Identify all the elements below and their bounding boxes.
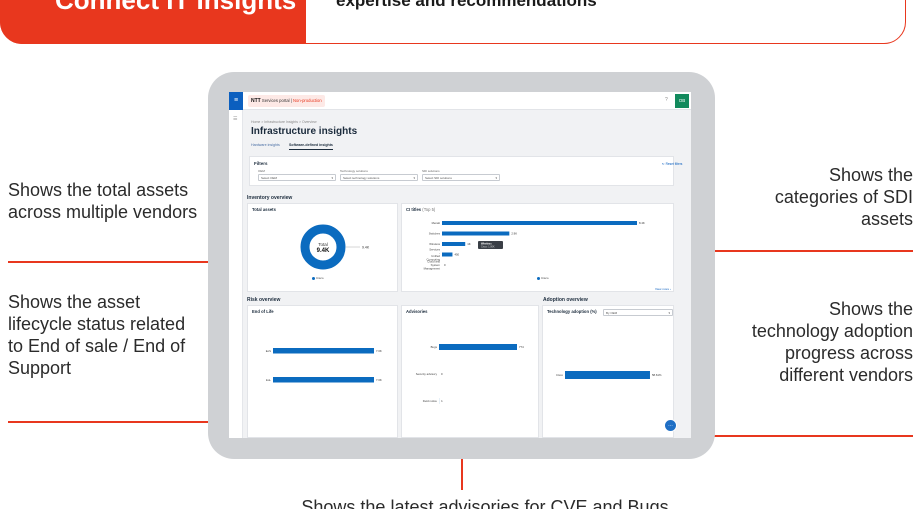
app-sidebar: ☰ xyxy=(229,110,243,438)
end-of-life-card: End of Life EoS 7.0K EoL 7.0K xyxy=(247,305,398,438)
technology-select[interactable]: Select technology solutions ▾ xyxy=(340,174,418,181)
tooltip-text: Cisco: 1.00K xyxy=(481,246,495,249)
donut-center-label: Total xyxy=(318,242,328,247)
bar-wireless xyxy=(442,242,466,246)
filter-label-sdi: SDI solutions xyxy=(422,169,440,173)
reset-filters-link[interactable]: ↻ Reset filters xyxy=(662,162,682,166)
bar-eos xyxy=(273,348,374,354)
annotation-advisories: Shows the latest advisories for CVE and … xyxy=(301,497,669,509)
bar-value-cisco: 58.61% xyxy=(652,373,662,377)
bar-value-meraki: 8.4K xyxy=(639,221,645,225)
chevron-down-icon: ▾ xyxy=(495,176,497,180)
sidebar-icon[interactable]: ☰ xyxy=(233,116,237,122)
bar-value-bugs: 774 xyxy=(519,345,524,349)
slide: Connect IT Insights expertise and recomm… xyxy=(0,0,913,509)
chevron-down-icon: ▾ xyxy=(331,176,333,180)
technology-adoption-bar-chart: Cisco 58.61% xyxy=(556,371,662,379)
bar-label-cisco: Cisco xyxy=(556,373,563,377)
total-assets-card: Total assets Total 9.4K 9.4K Cisco xyxy=(247,203,398,292)
bar-label-eol: EoL xyxy=(266,378,271,382)
bar-label-switches: Switches xyxy=(429,232,441,236)
bar-eol xyxy=(273,377,374,383)
technology-adoption-card: Technology adoption (%) By OEM ▾ Cisco 58.… xyxy=(542,305,674,438)
advisories-card: Advisories Bugs 774 Security advisory 0 Fiel… xyxy=(401,305,539,438)
arrow-line xyxy=(680,435,913,437)
bar-label-cloud-and-system-management: Management xyxy=(424,266,441,270)
app-topbar: ≡ NTT Services portal | Non-production ?… xyxy=(229,92,691,110)
banner-subtitle: expertise and recommendations xyxy=(336,0,597,10)
bar-value-field-notice: 1 xyxy=(441,399,443,403)
app-main: Home > Infrastructure Insights > Overvie… xyxy=(243,110,691,438)
bar-value-eos: 7.0K xyxy=(376,349,382,353)
portal-logo[interactable]: NTT Services portal | Non-production xyxy=(248,95,325,107)
legend-swatch xyxy=(537,276,540,280)
tablet-frame: ≡ NTT Services portal | Non-production ?… xyxy=(208,72,715,459)
annotation-adoption: Shows the technology adoption progress a… xyxy=(751,299,913,385)
view-more-link[interactable]: View more › xyxy=(655,287,671,291)
end-of-life-bar-chart: EoS 7.0K EoL 7.0K xyxy=(266,348,382,383)
bar-label-wireless: Wireless xyxy=(429,242,440,246)
page-title: Infrastructure insights xyxy=(251,126,358,137)
banner-title: Connect IT Insights xyxy=(55,0,297,15)
ci-legend[interactable]: Cisco xyxy=(537,276,549,280)
bar-services-unified-computing xyxy=(442,252,453,257)
ci-titles-card: CI titles (Top 5) Meraki 8.4K Switches 2.9K… xyxy=(401,203,674,292)
filter-label-oem: OEM xyxy=(258,169,265,173)
bar-label-eos: EoS xyxy=(266,349,271,353)
breadcrumb[interactable]: Home > Infrastructure Insights > Overvie… xyxy=(251,120,317,124)
donut-center-value: 9.4K xyxy=(317,248,330,254)
app-screen: ≡ NTT Services portal | Non-production ?… xyxy=(229,92,691,438)
advisories-bar-chart: Bugs 774 Security advisory 0 Field notice 1 xyxy=(416,344,524,404)
filters-card: Filters ↻ Reset filters OEM Select OEM ▾ … xyxy=(249,156,682,186)
filters-title: Filters xyxy=(254,161,268,166)
bar-switches xyxy=(442,231,510,236)
adoption-overview-heading: Adoption overview xyxy=(543,297,588,303)
sdi-select[interactable]: Select SDI solutions ▾ xyxy=(422,174,500,181)
bar-label-security-advisory: Security advisory xyxy=(416,372,438,376)
bar-cisco xyxy=(565,371,650,379)
inventory-overview-heading: Inventory overview xyxy=(247,195,293,201)
donut-slice-label: 9.4K xyxy=(362,246,370,250)
help-icon[interactable]: ? xyxy=(665,97,668,103)
bar-label-meraki: Meraki xyxy=(432,221,441,225)
bar-value-eol: 7.0K xyxy=(376,378,382,382)
bar-value-wireless: 1K xyxy=(467,242,471,246)
filter-label-technology: Technology solutions xyxy=(340,169,368,173)
bar-value-security-advisory: 0 xyxy=(441,372,443,376)
annotation-lifecycle: Shows the asset lifecycle status related… xyxy=(8,292,186,378)
legend-swatch xyxy=(312,276,315,280)
annotation-sdi-categories: Shows the categories of SDI assets xyxy=(774,165,913,229)
bar-value-switches: 2.9K xyxy=(511,232,517,236)
bar-label-field-notice: Field notice xyxy=(423,399,438,403)
tab-hardware-insights[interactable]: Hardware insights xyxy=(251,143,280,149)
donut-legend[interactable]: Cisco xyxy=(312,276,324,280)
chat-icon[interactable]: … xyxy=(664,419,677,432)
oem-select[interactable]: Select OEM ▾ xyxy=(258,174,336,181)
bar-value-services-unified-computing: 450 xyxy=(454,253,459,257)
donut-slice-cisco xyxy=(300,224,346,270)
risk-overview-heading: Risk overview xyxy=(247,297,281,303)
annotation-total-assets: Shows the total assets across multiple v… xyxy=(8,180,198,222)
chevron-down-icon: ▾ xyxy=(413,176,415,180)
tab-software-defined-insights[interactable]: Software-defined insights xyxy=(289,143,333,150)
bar-value-cloud-and-system-management: 0 xyxy=(444,263,446,267)
bar-meraki xyxy=(442,221,637,225)
avatar[interactable]: OB xyxy=(675,94,689,108)
menu-icon[interactable]: ≡ xyxy=(229,92,243,110)
bar-label-bugs: Bugs xyxy=(431,345,438,349)
bar-bugs xyxy=(439,344,517,350)
